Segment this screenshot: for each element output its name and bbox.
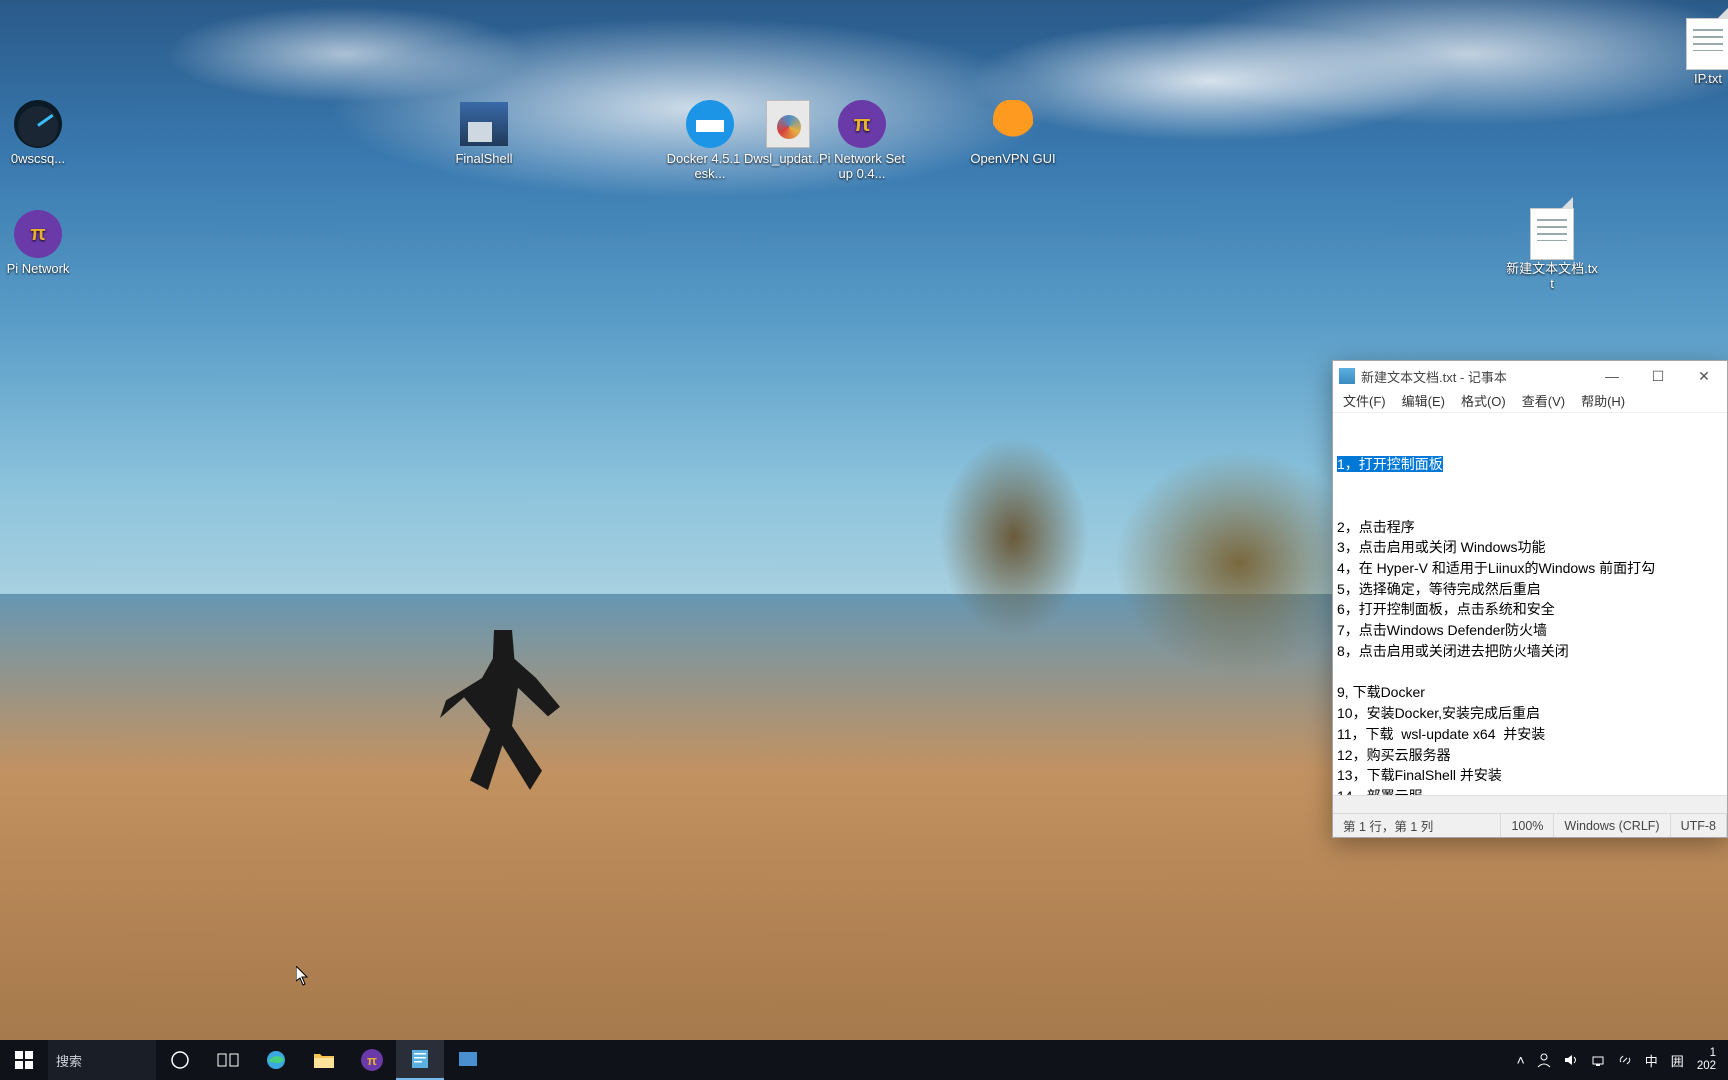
text-line: 13，下载FinalShell 并安装 — [1337, 765, 1723, 786]
text-line: 8，点击启用或关闭进去把防火墙关闭 — [1337, 641, 1723, 662]
text-line — [1337, 662, 1723, 683]
desktop-icon-label: Pi Network — [0, 262, 86, 277]
openvpn-icon — [993, 100, 1033, 148]
text-line: 2，点击程序 — [1337, 517, 1723, 538]
desktop-icon-label: FinalShell — [436, 152, 532, 167]
text-file-icon — [1530, 208, 1574, 260]
desktop-icon-label: 0wscsq... — [0, 152, 86, 167]
taskbar-spacer — [492, 1040, 1506, 1080]
taskbar-search[interactable]: 搜索 — [48, 1040, 156, 1080]
system-tray: ˄ 中 囲 1 202 — [1506, 1040, 1728, 1080]
desktop-icon-ip-txt[interactable]: IP.txt — [1660, 20, 1728, 87]
menu-edit[interactable]: 编辑(E) — [1396, 391, 1451, 412]
taskbar-explorer[interactable] — [300, 1040, 348, 1080]
tray-ime-lang1[interactable]: 中 — [1639, 1040, 1664, 1080]
text-line: 12，购买云服务器 — [1337, 745, 1723, 766]
notepad-icon — [1339, 368, 1355, 384]
text-line: 14，部署云服 — [1337, 786, 1723, 795]
tray-chevron[interactable]: ˄ — [1512, 1040, 1530, 1080]
desktop-icon-speedtest[interactable]: 0wscsq... — [0, 100, 86, 167]
text-line: 7，点击Windows Defender防火墙 — [1337, 620, 1723, 641]
gauge-icon — [14, 100, 62, 148]
desktop-icon-pi-network[interactable]: π Pi Network — [0, 210, 86, 277]
taskbar-cortana[interactable] — [156, 1040, 204, 1080]
status-encoding: UTF-8 — [1671, 814, 1727, 837]
menu-file[interactable]: 文件(F) — [1337, 391, 1392, 412]
tray-link-icon[interactable] — [1612, 1040, 1638, 1080]
text-line: 6，打开控制面板，点击系统和安全 — [1337, 599, 1723, 620]
start-button[interactable] — [0, 1040, 48, 1080]
edge-icon — [264, 1048, 288, 1072]
tray-network-icon[interactable] — [1585, 1040, 1611, 1080]
tray-clock[interactable]: 1 202 — [1691, 1047, 1722, 1073]
tray-ime-lang2[interactable]: 囲 — [1665, 1040, 1690, 1080]
desktop-icon-new-txt[interactable]: 新建文本文档.txt — [1504, 210, 1600, 292]
notepad-window[interactable]: 新建文本文档.txt - 记事本 — ☐ ✕ 文件(F) 编辑(E) 格式(O)… — [1332, 360, 1728, 838]
menu-format[interactable]: 格式(O) — [1455, 391, 1512, 412]
text-line: 3，点击启用或关闭 Windows功能 — [1337, 537, 1723, 558]
text-file-icon — [1686, 18, 1728, 70]
folder-icon — [312, 1048, 336, 1072]
desktop-icon-label: OpenVPN GUI — [965, 152, 1061, 167]
windows-icon — [15, 1051, 33, 1069]
notepad-title-text: 新建文本文档.txt - 记事本 — [1361, 367, 1589, 386]
pi-icon: π — [14, 210, 62, 258]
selected-text: 1，打开控制面板 — [1337, 456, 1443, 472]
taskbar-edge[interactable] — [252, 1040, 300, 1080]
status-position: 第 1 行，第 1 列 — [1333, 814, 1501, 837]
notepad-textarea[interactable]: 1，打开控制面板 2，点击程序3，点击启用或关闭 Windows功能4，在 Hy… — [1333, 413, 1727, 795]
tray-time: 1 — [1697, 1047, 1716, 1060]
desktop-icon-label: Pi Network Setup 0.4... — [814, 152, 910, 182]
taskview-icon — [216, 1048, 240, 1072]
docker-icon — [686, 100, 734, 148]
menu-view[interactable]: 查看(V) — [1516, 391, 1571, 412]
text-line: 4，在 Hyper-V 和适用于Liinux的Windows 前面打勾 — [1337, 558, 1723, 579]
terminal-icon — [460, 102, 508, 146]
desktop-icon-pi-setup[interactable]: π Pi Network Setup 0.4... — [814, 100, 910, 182]
taskbar-taskview[interactable] — [204, 1040, 252, 1080]
close-button[interactable]: ✕ — [1681, 361, 1727, 391]
text-line: 11，下载 wsl-update x64 并安装 — [1337, 724, 1723, 745]
taskbar-pi[interactable]: π — [348, 1040, 396, 1080]
tray-date: 202 — [1697, 1060, 1716, 1073]
pi-icon: π — [361, 1049, 383, 1071]
horizontal-scrollbar[interactable] — [1333, 795, 1727, 813]
status-eol: Windows (CRLF) — [1554, 814, 1670, 837]
notepad-titlebar[interactable]: 新建文本文档.txt - 记事本 — ☐ ✕ — [1333, 361, 1727, 391]
desktop-icon-finalshell[interactable]: FinalShell — [436, 100, 532, 167]
text-line: 9, 下载Docker — [1337, 682, 1723, 703]
notepad-icon — [408, 1047, 432, 1071]
tray-volume-icon[interactable] — [1558, 1040, 1584, 1080]
tray-people-icon[interactable] — [1531, 1040, 1557, 1080]
taskbar-app[interactable] — [444, 1040, 492, 1080]
taskbar: 搜索 π ˄ 中 囲 1 202 — [0, 1040, 1728, 1080]
minimize-button[interactable]: — — [1589, 361, 1635, 391]
app-icon — [456, 1048, 480, 1072]
text-line: 10，安装Docker,安装完成后重启 — [1337, 703, 1723, 724]
desktop-icon-label: IP.txt — [1660, 72, 1728, 87]
desktop-icon-label: 新建文本文档.txt — [1504, 262, 1600, 292]
menu-help[interactable]: 帮助(H) — [1575, 391, 1631, 412]
mouse-cursor — [296, 966, 310, 986]
installer-icon — [766, 100, 810, 148]
circle-icon — [168, 1048, 192, 1072]
pi-icon: π — [838, 100, 886, 148]
taskbar-notepad[interactable] — [396, 1040, 444, 1080]
desktop-icon-openvpn[interactable]: OpenVPN GUI — [965, 100, 1061, 167]
text-line: 5，选择确定，等待完成然后重启 — [1337, 579, 1723, 600]
notepad-statusbar: 第 1 行，第 1 列 100% Windows (CRLF) UTF-8 — [1333, 813, 1727, 837]
maximize-button[interactable]: ☐ — [1635, 361, 1681, 391]
search-placeholder: 搜索 — [56, 1051, 82, 1070]
notepad-menubar: 文件(F) 编辑(E) 格式(O) 查看(V) 帮助(H) — [1333, 391, 1727, 413]
status-zoom: 100% — [1501, 814, 1554, 837]
